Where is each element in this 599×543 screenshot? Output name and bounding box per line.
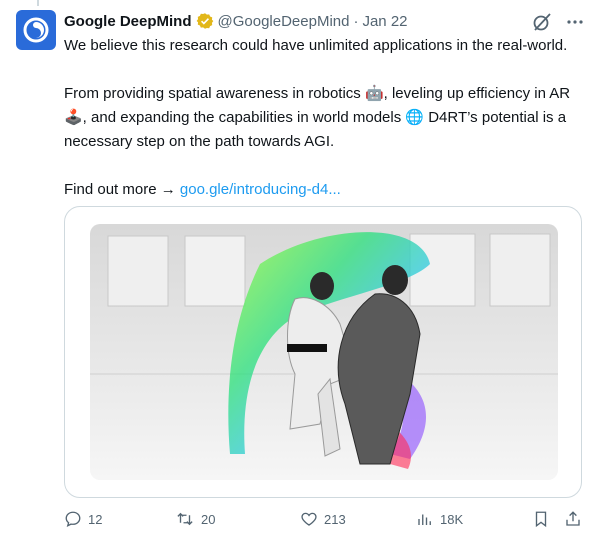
bookmark-button[interactable] — [532, 510, 550, 528]
paragraph-2: From providing spatial awareness in robo… — [64, 85, 571, 150]
action-bar: 12 20 213 18K — [64, 510, 584, 532]
like-button[interactable]: 213 — [300, 510, 346, 528]
heart-icon — [301, 512, 317, 526]
header-icons — [532, 12, 584, 32]
display-name[interactable]: Google DeepMind — [64, 13, 192, 30]
share-button[interactable] — [564, 510, 582, 528]
tweet-link[interactable]: goo.gle/introducing-d4... — [180, 181, 341, 198]
verified-badge-icon — [196, 12, 214, 30]
deepmind-logo-icon — [23, 17, 49, 43]
views-icon — [418, 514, 431, 525]
tweet-text: We believe this research could have unli… — [64, 34, 584, 202]
find-out-more-text: Find out more → — [64, 181, 180, 198]
separator-dot: · — [353, 12, 359, 30]
reply-icon — [65, 511, 81, 528]
views-count: 18K — [440, 511, 464, 527]
tweet[interactable]: Google DeepMind @GoogleDeepMind · Jan 22 — [0, 0, 599, 543]
repost-icon — [177, 512, 193, 526]
reply-button[interactable]: 12 — [64, 510, 102, 528]
views-button[interactable]: 18K — [416, 510, 463, 528]
more-icon[interactable] — [566, 13, 584, 31]
user-handle[interactable]: @GoogleDeepMind — [218, 13, 350, 30]
tweet-content: Google DeepMind @GoogleDeepMind · Jan 22 — [64, 10, 584, 202]
share-icon — [566, 511, 580, 526]
media-card[interactable] — [64, 206, 582, 498]
paragraph-3: Find out more → goo.gle/introducing-d4..… — [64, 178, 584, 202]
media-image[interactable] — [90, 224, 558, 480]
thread-connector — [37, 0, 39, 6]
repost-count: 20 — [201, 511, 216, 527]
bookmark-icon — [535, 511, 547, 528]
tweet-header: Google DeepMind @GoogleDeepMind · Jan 22 — [64, 10, 584, 32]
avatar[interactable] — [16, 10, 56, 50]
reply-count: 12 — [88, 511, 103, 527]
grok-icon[interactable] — [532, 12, 552, 32]
tweet-date[interactable]: Jan 22 — [362, 13, 407, 30]
repost-button[interactable]: 20 — [175, 510, 215, 528]
paragraph-1: We believe this research could have unli… — [64, 37, 568, 54]
like-count: 213 — [324, 511, 346, 527]
